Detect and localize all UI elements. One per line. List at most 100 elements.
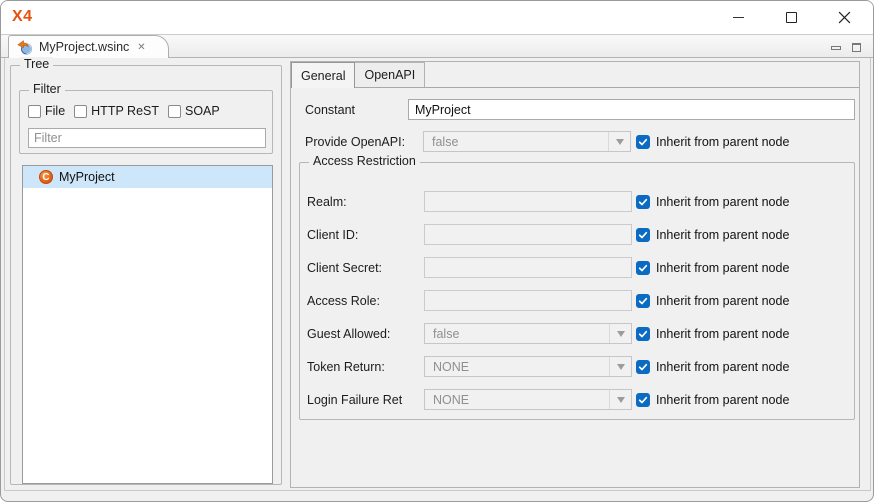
editor-tab-label: MyProject.wsinc [39, 40, 129, 54]
inherit-label: Inherit from parent node [656, 327, 789, 341]
form-row: Guest Allowed:falseInherit from parent n… [300, 323, 854, 345]
inherit-checkbox[interactable]: Inherit from parent node [636, 224, 789, 246]
dropdown-guest-allowed[interactable]: false [424, 323, 632, 344]
field-label: Realm: [307, 195, 347, 209]
checkbox-icon [636, 135, 650, 149]
window-close-button[interactable] [821, 1, 867, 33]
form-tabbar: GeneralOpenAPI [291, 62, 859, 88]
checkbox-icon [636, 261, 650, 275]
inherit-checkbox[interactable]: Inherit from parent node [636, 257, 789, 279]
checkbox-icon [636, 294, 650, 308]
wsinc-file-icon [17, 39, 33, 55]
dropdown-value: false [433, 327, 459, 341]
dropdown-value: NONE [433, 360, 469, 374]
access-restriction-label: Access Restriction [309, 154, 420, 168]
access-restriction-group: Access Restriction Realm:Inherit from pa… [299, 162, 855, 420]
checkbox-label: HTTP ReST [91, 104, 159, 118]
filter-checkbox-soap[interactable]: SOAP [168, 104, 220, 118]
checkbox-icon [168, 105, 181, 118]
checkbox-icon [74, 105, 87, 118]
form-panel: GeneralOpenAPI Constant Provide OpenAPI:… [290, 61, 860, 488]
constant-label: Constant [305, 103, 355, 117]
tab-general[interactable]: General [291, 62, 355, 88]
inherit-checkbox[interactable]: Inherit from parent node [636, 356, 789, 378]
provide-openapi-row: Provide OpenAPI: false Inherit from parent… [291, 131, 859, 153]
form-row: Provide OpenAPI: false Inherit from parent… [291, 131, 859, 153]
field-label: Client Secret: [307, 261, 382, 275]
checkbox-label: File [45, 104, 65, 118]
constant-row: Constant [291, 99, 859, 121]
filter-checkbox-file[interactable]: File [28, 104, 65, 118]
filter-group-label: Filter [29, 82, 65, 96]
text-field-client-secret[interactable] [424, 257, 632, 278]
minimize-icon [733, 17, 744, 18]
inherit-checkbox[interactable]: Inherit from parent node [636, 290, 789, 312]
form-row: Login Failure Ret NONE Inherit from parent… [300, 389, 854, 411]
view-controls [831, 43, 861, 52]
dropdown-value: false [432, 135, 458, 149]
editor-tab-myproject-wsinc[interactable]: MyProject.wsinc ✕ [8, 35, 169, 58]
inherit-checkbox[interactable]: Inherit from parent node [636, 131, 789, 153]
maximize-icon [786, 12, 797, 23]
field-label: Login Failure Ret [307, 393, 402, 407]
dropdown-login-failure-ret[interactable]: NONE [424, 389, 632, 410]
close-icon [838, 11, 851, 24]
constant-input[interactable] [408, 99, 855, 120]
text-field-access-role[interactable] [424, 290, 632, 311]
tab-close-icon[interactable]: ✕ [137, 42, 145, 53]
app-window: X4 MyProject.wsinc ✕ [0, 0, 874, 502]
app-logo: X4 [12, 8, 33, 26]
tree-list[interactable]: CMyProject [22, 165, 273, 484]
form-row: Token Return:NONEInherit from parent nod… [300, 356, 854, 378]
checkbox-label: SOAP [185, 104, 220, 118]
editor-tabstrip: MyProject.wsinc ✕ [1, 34, 873, 58]
text-field-client-id[interactable] [424, 224, 632, 245]
chevron-down-icon [609, 324, 631, 343]
checkbox-icon [636, 360, 650, 374]
inherit-checkbox[interactable]: Inherit from parent node [636, 389, 789, 411]
field-label: Client ID: [307, 228, 358, 242]
form-row: Realm: Inherit from parent node [300, 191, 854, 213]
tab-openapi[interactable]: OpenAPI [355, 62, 425, 87]
tree-group: Tree Filter FileHTTP ReSTSOAP CMyProject [10, 65, 282, 485]
checkbox-icon [636, 195, 650, 209]
inherit-label: Inherit from parent node [656, 135, 789, 149]
form-row: Access Role: Inherit from parent node [300, 290, 854, 312]
inherit-checkbox[interactable]: Inherit from parent node [636, 191, 789, 213]
dropdown-token-return[interactable]: NONE [424, 356, 632, 377]
tree-group-label: Tree [20, 57, 53, 71]
chevron-down-icon [609, 390, 631, 409]
tree-item-label: MyProject [59, 170, 115, 184]
chevron-down-icon [609, 357, 631, 376]
form-row: Client Secret: Inherit from parent node [300, 257, 854, 279]
filter-input[interactable] [28, 128, 266, 148]
inherit-label: Inherit from parent node [656, 195, 789, 209]
field-label: Provide OpenAPI: [305, 135, 405, 149]
window-maximize-button[interactable] [768, 1, 814, 33]
inherit-label: Inherit from parent node [656, 360, 789, 374]
dropdown-provide-openapi[interactable]: false [423, 131, 631, 152]
tree-item-myproject[interactable]: CMyProject [23, 166, 272, 188]
view-minimize-icon[interactable] [831, 46, 841, 50]
field-label: Access Role: [307, 294, 380, 308]
filter-checkbox-http-rest[interactable]: HTTP ReST [74, 104, 159, 118]
titlebar: X4 [1, 1, 873, 34]
checkbox-icon [28, 105, 41, 118]
inherit-label: Inherit from parent node [656, 261, 789, 275]
filter-checkboxes: File HTTP ReST SOAP [28, 104, 220, 118]
text-field-realm[interactable] [424, 191, 632, 212]
inherit-label: Inherit from parent node [656, 228, 789, 242]
view-maximize-icon[interactable] [852, 43, 861, 52]
checkbox-icon [636, 393, 650, 407]
editor-area: Tree Filter File HTTP ReST SOAP CMyProject… [4, 58, 871, 491]
checkbox-icon [636, 327, 650, 341]
inherit-label: Inherit from parent node [656, 294, 789, 308]
form-row: Client ID: Inherit from parent node [300, 224, 854, 246]
filter-group: Filter FileHTTP ReSTSOAP [19, 90, 273, 154]
chevron-down-icon [608, 132, 630, 151]
dropdown-value: NONE [433, 393, 469, 407]
window-minimize-button[interactable] [715, 1, 761, 33]
inherit-checkbox[interactable]: Inherit from parent node [636, 323, 789, 345]
inherit-label: Inherit from parent node [656, 393, 789, 407]
checkbox-icon [636, 228, 650, 242]
